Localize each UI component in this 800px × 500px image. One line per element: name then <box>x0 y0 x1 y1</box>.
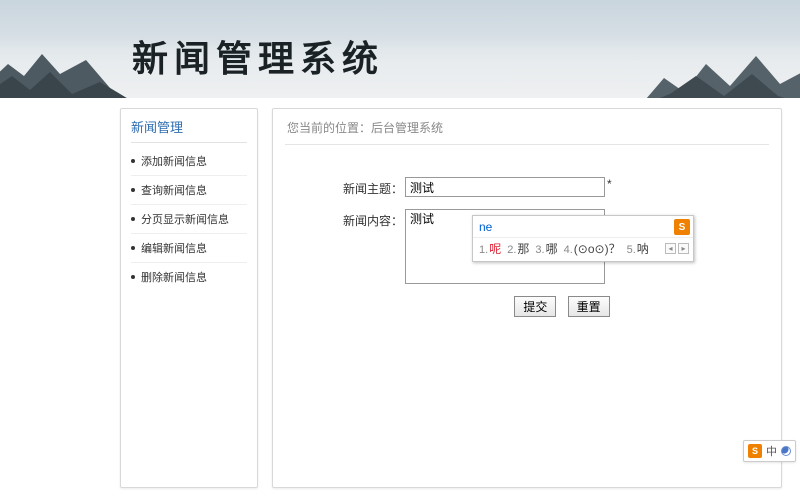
sidebar-item-label: 分页显示新闻信息 <box>141 211 229 227</box>
app-title: 新闻管理系统 <box>132 30 384 82</box>
banner: 新闻管理系统 <box>0 0 800 98</box>
bullet-icon <box>131 188 135 192</box>
sidebar-item-delete[interactable]: 删除新闻信息 <box>131 263 247 291</box>
ime-typed-text: ne <box>479 220 492 234</box>
sogou-logo-icon: S <box>674 219 690 235</box>
sidebar: 新闻管理 添加新闻信息 查询新闻信息 分页显示新闻信息 编辑新闻信息 删除新闻信… <box>120 108 258 488</box>
main-panel: 您当前的位置：后台管理系统 新闻主题： * 新闻内容： 测试 提交 重置 ne … <box>272 108 782 488</box>
sidebar-title: 新闻管理 <box>131 117 247 136</box>
moon-icon <box>781 446 791 456</box>
content-label: 新闻内容： <box>285 209 405 229</box>
ime-prev-icon[interactable]: ◂ <box>665 243 676 254</box>
reset-button[interactable]: 重置 <box>568 296 610 317</box>
ime-status-bar[interactable]: S 中 <box>743 440 796 462</box>
sidebar-item-label: 编辑新闻信息 <box>141 240 207 256</box>
ime-candidate[interactable]: 1.呢 <box>479 240 501 257</box>
bullet-icon <box>131 275 135 279</box>
sidebar-item-edit[interactable]: 编辑新闻信息 <box>131 234 247 263</box>
ime-candidate[interactable]: 2.那 <box>507 240 529 257</box>
bullet-icon <box>131 159 135 163</box>
divider <box>131 142 247 143</box>
sidebar-item-label: 删除新闻信息 <box>141 269 207 285</box>
bullet-icon <box>131 217 135 221</box>
sidebar-item-add[interactable]: 添加新闻信息 <box>131 147 247 176</box>
sidebar-item-search[interactable]: 查询新闻信息 <box>131 176 247 205</box>
mountain-right-image <box>640 46 800 98</box>
submit-button[interactable]: 提交 <box>514 296 556 317</box>
bullet-icon <box>131 246 135 250</box>
ime-candidate[interactable]: 5.呐 <box>627 240 649 257</box>
sidebar-item-label: 查询新闻信息 <box>141 182 207 198</box>
sidebar-item-paginate[interactable]: 分页显示新闻信息 <box>131 205 247 234</box>
ime-popup: ne S 1.呢 2.那 3.哪 4.(⊙o⊙)？ 5.呐 ◂ ▸ <box>472 215 694 262</box>
sogou-logo-icon: S <box>748 444 762 458</box>
sidebar-item-label: 添加新闻信息 <box>141 153 207 169</box>
ime-candidate[interactable]: 4.(⊙o⊙)？ <box>564 240 621 257</box>
ime-candidate[interactable]: 3.哪 <box>535 240 557 257</box>
ime-next-icon[interactable]: ▸ <box>678 243 689 254</box>
subject-label: 新闻主题： <box>285 177 405 197</box>
required-mark: * <box>607 177 612 191</box>
subject-input[interactable] <box>405 177 605 197</box>
breadcrumb: 您当前的位置：后台管理系统 <box>285 117 769 145</box>
ime-mode-indicator: 中 <box>766 443 777 459</box>
mountain-left-image <box>0 46 140 98</box>
